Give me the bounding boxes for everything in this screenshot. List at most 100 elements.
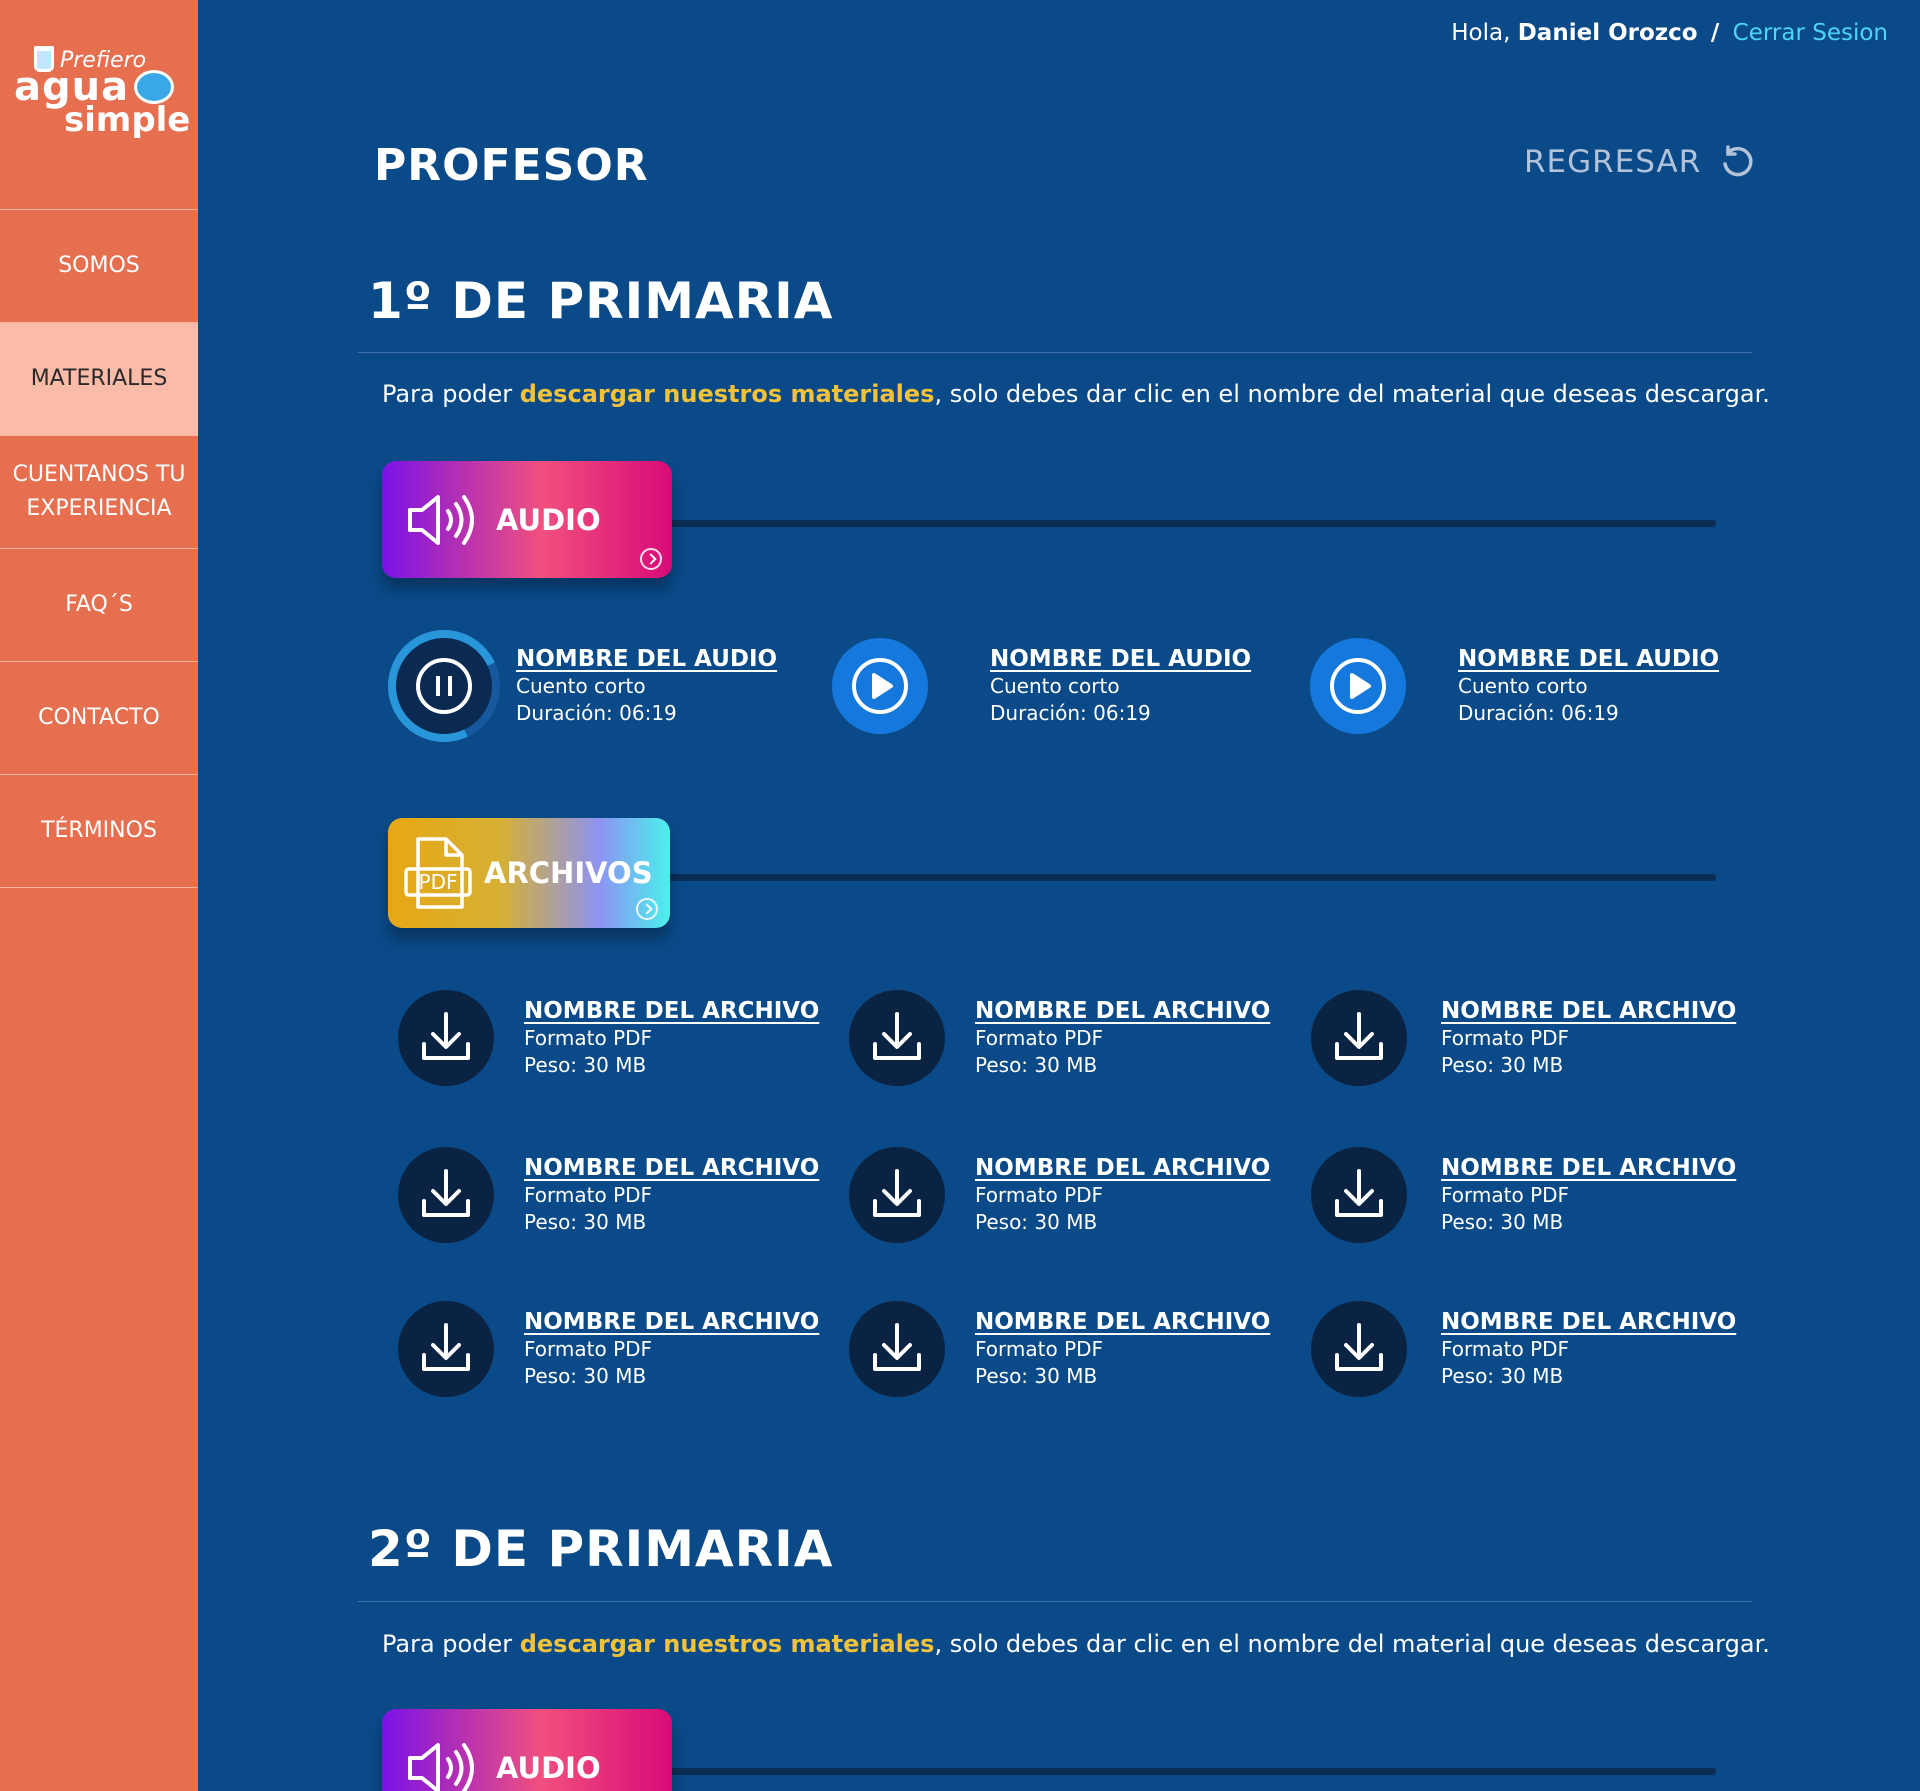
audio-category-button[interactable]: AUDIO (382, 461, 672, 578)
section-divider (358, 1601, 1752, 1602)
audio-category-button[interactable]: AUDIO (382, 1709, 672, 1791)
intro-highlight: descargar nuestros materiales (519, 1630, 935, 1658)
svg-text:PDF: PDF (419, 870, 458, 894)
size-value: 30 MB (583, 1052, 647, 1077)
duration-value: 06:19 (1093, 700, 1151, 725)
duration-label: Duración: (990, 700, 1087, 725)
size-value: 30 MB (1500, 1363, 1564, 1388)
speaker-icon (408, 494, 474, 545)
size-label: Peso: (975, 1363, 1029, 1388)
audio-name-link[interactable]: NOMBRE DEL AUDIO (516, 646, 777, 673)
file-format: Formato PDF (1441, 1336, 1570, 1361)
logo-text-simple: simple (64, 100, 191, 140)
audio-type: Cuento corto (990, 673, 1120, 698)
play-icon (1330, 658, 1386, 714)
intro-post: , solo debes dar clic en el nombre del m… (934, 380, 1770, 408)
download-icon (422, 1169, 470, 1217)
file-size: Peso: 30 MB (975, 1052, 1270, 1079)
download-button[interactable] (849, 990, 945, 1086)
water-drop-icon (134, 70, 174, 104)
file-format: Formato PDF (524, 1336, 653, 1361)
file-name-link[interactable]: NOMBRE DEL ARCHIVO (975, 1155, 1270, 1182)
file-size: Peso: 30 MB (1441, 1363, 1736, 1390)
size-value: 30 MB (1034, 1363, 1098, 1388)
section-divider (358, 352, 1752, 353)
file-name-link[interactable]: NOMBRE DEL ARCHIVO (1441, 998, 1736, 1025)
download-button[interactable] (1311, 1301, 1407, 1397)
greeting-text: Hola, (1451, 20, 1511, 46)
nav-item-somos[interactable]: SOMOS (0, 210, 198, 323)
files-category-label: ARCHIVOS (484, 856, 653, 890)
logo[interactable]: Prefiero agua simple (0, 0, 198, 210)
file-name-link[interactable]: NOMBRE DEL ARCHIVO (524, 1309, 819, 1336)
file-item: NOMBRE DEL ARCHIVO Formato PDF Peso: 30 MB (849, 1301, 1270, 1397)
audio-duration: Duración: 06:19 (1458, 700, 1719, 727)
audio-duration: Duración: 06:19 (990, 700, 1251, 727)
size-value: 30 MB (1034, 1209, 1098, 1234)
download-button[interactable] (1311, 1147, 1407, 1243)
download-icon (422, 1012, 470, 1060)
file-name-link[interactable]: NOMBRE DEL ARCHIVO (975, 1309, 1270, 1336)
file-format: Formato PDF (975, 1025, 1104, 1050)
section-title: 1º DE PRIMARIA (368, 272, 834, 330)
user-bar: Hola, Daniel Orozco / Cerrar Sesion (1451, 20, 1888, 46)
audio-name-link[interactable]: NOMBRE DEL AUDIO (990, 646, 1251, 673)
file-format: Formato PDF (524, 1025, 653, 1050)
file-name-link[interactable]: NOMBRE DEL ARCHIVO (1441, 1155, 1736, 1182)
download-icon (1335, 1323, 1383, 1371)
file-size: Peso: 30 MB (1441, 1209, 1736, 1236)
audio-type: Cuento corto (516, 673, 646, 698)
intro-pre: Para poder (382, 1630, 520, 1658)
download-icon (873, 1169, 921, 1217)
download-button[interactable] (398, 990, 494, 1086)
play-button[interactable] (832, 638, 928, 734)
file-size: Peso: 30 MB (975, 1209, 1270, 1236)
chevron-right-icon (636, 898, 658, 920)
separator: / (1710, 20, 1720, 46)
download-button[interactable] (849, 1301, 945, 1397)
size-label: Peso: (1441, 1363, 1495, 1388)
audio-name-link[interactable]: NOMBRE DEL AUDIO (1458, 646, 1719, 673)
duration-value: 06:19 (619, 700, 677, 725)
file-size: Peso: 30 MB (524, 1209, 819, 1236)
audio-item: NOMBRE DEL AUDIO Cuento corto Duración: … (832, 638, 1251, 734)
file-name-link[interactable]: NOMBRE DEL ARCHIVO (975, 998, 1270, 1025)
size-value: 30 MB (583, 1363, 647, 1388)
size-value: 30 MB (1500, 1052, 1564, 1077)
nav-item-contacto[interactable]: CONTACTO (0, 662, 198, 775)
intro-pre: Para poder (382, 380, 520, 408)
play-button[interactable] (1310, 638, 1406, 734)
download-button[interactable] (398, 1147, 494, 1243)
file-format: Formato PDF (975, 1336, 1104, 1361)
file-item: NOMBRE DEL ARCHIVO Formato PDF Peso: 30 MB (398, 990, 819, 1086)
nav-item-terminos[interactable]: TÉRMINOS (0, 775, 198, 888)
nav-item-materiales[interactable]: MATERIALES (0, 323, 198, 436)
duration-label: Duración: (516, 700, 613, 725)
size-label: Peso: (1441, 1052, 1495, 1077)
download-icon (873, 1012, 921, 1060)
back-button[interactable]: REGRESAR (1524, 144, 1755, 180)
audio-category-label: AUDIO (496, 1750, 601, 1785)
download-button[interactable] (1311, 990, 1407, 1086)
download-button[interactable] (398, 1301, 494, 1397)
logout-link[interactable]: Cerrar Sesion (1733, 20, 1888, 46)
file-item: NOMBRE DEL ARCHIVO Formato PDF Peso: 30 MB (398, 1301, 819, 1397)
nav-item-faqs[interactable]: FAQ´S (0, 549, 198, 662)
size-label: Peso: (524, 1209, 578, 1234)
size-label: Peso: (975, 1052, 1029, 1077)
pause-button[interactable] (396, 638, 492, 734)
file-format: Formato PDF (524, 1182, 653, 1207)
file-name-link[interactable]: NOMBRE DEL ARCHIVO (524, 1155, 819, 1182)
file-format: Formato PDF (1441, 1182, 1570, 1207)
nav-item-experiencia[interactable]: CUENTANOS TU EXPERIENCIA (0, 436, 198, 549)
intro-post: , solo debes dar clic en el nombre del m… (934, 1630, 1770, 1658)
files-category-button[interactable]: PDF ARCHIVOS (388, 818, 670, 928)
file-item: NOMBRE DEL ARCHIVO Formato PDF Peso: 30 MB (1311, 1301, 1736, 1397)
file-name-link[interactable]: NOMBRE DEL ARCHIVO (1441, 1309, 1736, 1336)
intro-highlight: descargar nuestros materiales (519, 380, 935, 408)
file-format: Formato PDF (1441, 1025, 1570, 1050)
audio-duration: Duración: 06:19 (516, 700, 777, 727)
audio-type: Cuento corto (1458, 673, 1588, 698)
file-name-link[interactable]: NOMBRE DEL ARCHIVO (524, 998, 819, 1025)
download-button[interactable] (849, 1147, 945, 1243)
